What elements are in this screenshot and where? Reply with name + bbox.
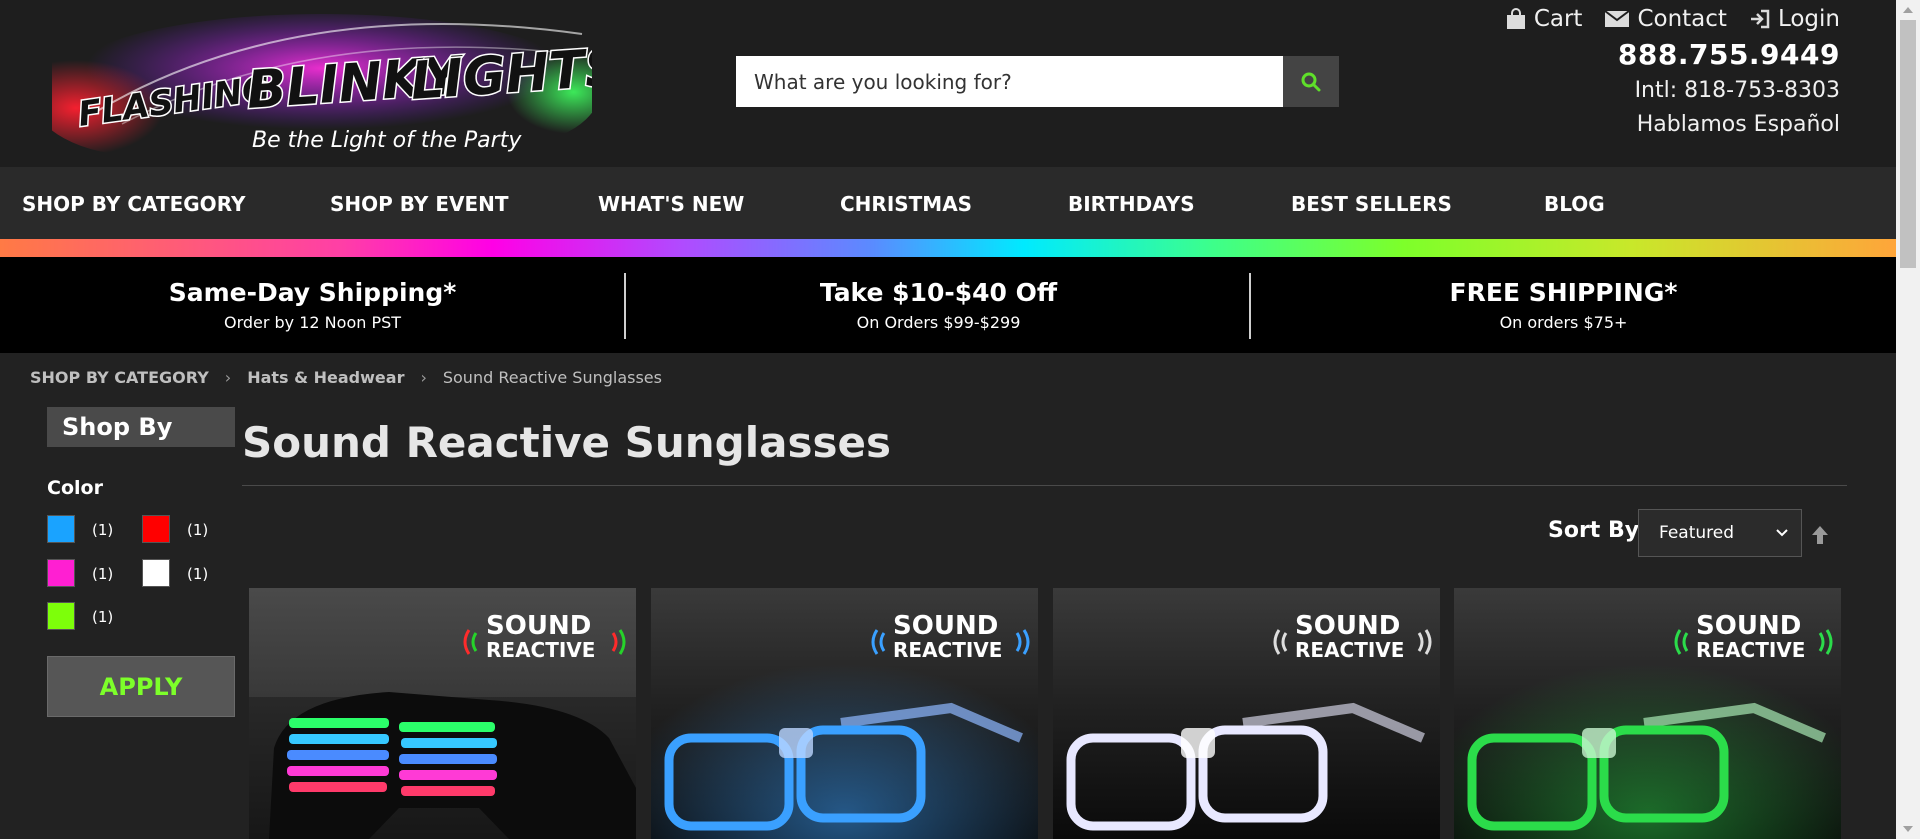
sign-in-icon <box>1750 9 1770 29</box>
arrow-up-icon <box>1812 526 1828 544</box>
login-label: Login <box>1777 6 1840 32</box>
main-nav: SHOP BY CATEGORY SHOP BY EVENT WHAT'S NE… <box>0 167 1896 239</box>
contact-link[interactable]: Contact <box>1604 6 1727 32</box>
product-card[interactable]: SOUND REACTIVE <box>1053 588 1440 839</box>
promo-bar: Same-Day Shipping* Order by 12 Noon PST … <box>0 257 1896 353</box>
promo-free-shipping[interactable]: FREE SHIPPING* On orders $75+ <box>1251 257 1876 353</box>
color-swatch-pink[interactable] <box>47 559 75 587</box>
site-logo[interactable]: FLASHING BLINKY LIGHTS Be the Light of t… <box>32 4 626 156</box>
chevron-right-icon: › <box>224 368 232 387</box>
breadcrumb-current: Sound Reactive Sunglasses <box>442 368 662 387</box>
nav-whats-new[interactable]: WHAT'S NEW <box>598 192 744 216</box>
badge-line-1: SOUND <box>1696 611 1801 641</box>
scroll-down-arrow[interactable] <box>1896 819 1920 839</box>
promo-subtitle: On Orders $99-$299 <box>856 313 1021 332</box>
page-scrollbar[interactable] <box>1896 0 1920 839</box>
top-links: Cart Contact Login <box>1505 6 1840 32</box>
rainbow-divider <box>0 239 1896 257</box>
page-title: Sound Reactive Sunglasses <box>242 418 891 467</box>
sort-selected-value: Featured <box>1659 523 1735 543</box>
nav-christmas[interactable]: CHRISTMAS <box>840 192 972 216</box>
sort-select[interactable]: Featured <box>1638 509 1802 557</box>
shopping-bag-icon <box>1506 8 1525 29</box>
shop-by-heading: Shop By <box>47 407 235 447</box>
chevron-down-icon <box>1776 529 1788 537</box>
badge-line-1: SOUND <box>893 611 998 641</box>
color-swatch-green[interactable] <box>47 602 75 630</box>
promo-subtitle: Order by 12 Noon PST <box>223 313 402 332</box>
swatch-count: (1) <box>92 608 114 626</box>
swatch-count: (1) <box>92 565 114 583</box>
swatch-count: (1) <box>92 521 114 539</box>
color-swatch-red[interactable] <box>142 515 170 543</box>
nav-shop-by-category[interactable]: SHOP BY CATEGORY <box>22 192 245 216</box>
product-card[interactable]: SOUND REACTIVE <box>651 588 1038 839</box>
cart-label: Cart <box>1533 6 1583 32</box>
contact-label: Contact <box>1637 6 1727 32</box>
badge-line-2: REACTIVE <box>1295 638 1404 662</box>
nav-best-sellers[interactable]: BEST SELLERS <box>1291 192 1452 216</box>
badge-line-2: REACTIVE <box>486 638 595 662</box>
site-header: FLASHING BLINKY LIGHTS Be the Light of t… <box>0 0 1896 167</box>
promo-title: Take $10-$40 Off <box>819 278 1058 307</box>
promo-title: FREE SHIPPING* <box>1449 278 1678 307</box>
spanish-notice: Hablamos Español <box>1636 112 1840 137</box>
product-image: SOUND REACTIVE <box>1053 588 1440 839</box>
search-bar <box>736 56 1339 107</box>
color-swatch-blue[interactable] <box>47 515 75 543</box>
nav-birthdays[interactable]: BIRTHDAYS <box>1068 192 1195 216</box>
envelope-icon <box>1604 10 1631 27</box>
color-swatch-white[interactable] <box>142 559 170 587</box>
scroll-thumb[interactable] <box>1900 20 1916 268</box>
product-image: SOUND REACTIVE <box>249 588 636 839</box>
badge-line-2: REACTIVE <box>893 638 1002 662</box>
triangle-up-icon <box>1903 7 1913 13</box>
intl-phone: Intl: 818-753-8303 <box>1634 78 1840 103</box>
cart-link[interactable]: Cart <box>1505 6 1583 32</box>
logo-tagline: Be the Light of the Party <box>252 128 522 153</box>
promo-discount[interactable]: Take $10-$40 Off On Orders $99-$299 <box>626 257 1251 353</box>
product-card[interactable]: SOUND REACTIVE <box>249 588 636 839</box>
promo-subtitle: On orders $75+ <box>1499 313 1628 332</box>
phone-number[interactable]: 888.755.9449 <box>1618 38 1840 71</box>
badge-line-2: REACTIVE <box>1696 638 1805 662</box>
color-filter-label: Color <box>47 477 103 499</box>
triangle-down-icon <box>1903 826 1913 832</box>
scroll-up-arrow[interactable] <box>1896 0 1920 20</box>
badge-line-1: SOUND <box>1295 611 1400 641</box>
sort-by-label: Sort By <box>1548 518 1640 543</box>
chevron-right-icon: › <box>420 368 427 387</box>
product-image: SOUND REACTIVE <box>651 588 1038 839</box>
promo-title: Same-Day Shipping* <box>168 278 457 307</box>
swatch-count: (1) <box>187 565 209 583</box>
swatch-count: (1) <box>187 521 209 539</box>
product-image: SOUND REACTIVE <box>1454 588 1841 839</box>
badge-line-1: SOUND <box>486 611 591 641</box>
logo-graphic: FLASHING BLINKY LIGHTS Be the Light of t… <box>32 14 626 156</box>
breadcrumb-shop-by-category[interactable]: SHOP BY CATEGORY <box>30 368 209 387</box>
promo-shipping[interactable]: Same-Day Shipping* Order by 12 Noon PST <box>0 257 625 353</box>
title-divider <box>242 485 1847 486</box>
search-button[interactable] <box>1283 56 1339 107</box>
sort-direction-button[interactable] <box>1810 524 1830 551</box>
breadcrumb-hats-headwear[interactable]: Hats & Headwear <box>247 368 404 387</box>
apply-filter-button[interactable]: APPLY <box>47 656 235 717</box>
nav-blog[interactable]: BLOG <box>1544 192 1605 216</box>
nav-shop-by-event[interactable]: SHOP BY EVENT <box>330 192 509 216</box>
search-icon <box>1301 72 1321 91</box>
breadcrumb: SHOP BY CATEGORY › Hats & Headwear › Sou… <box>30 368 662 387</box>
product-card[interactable]: SOUND REACTIVE <box>1454 588 1841 839</box>
login-link[interactable]: Login <box>1749 6 1840 32</box>
search-input[interactable] <box>736 56 1283 107</box>
